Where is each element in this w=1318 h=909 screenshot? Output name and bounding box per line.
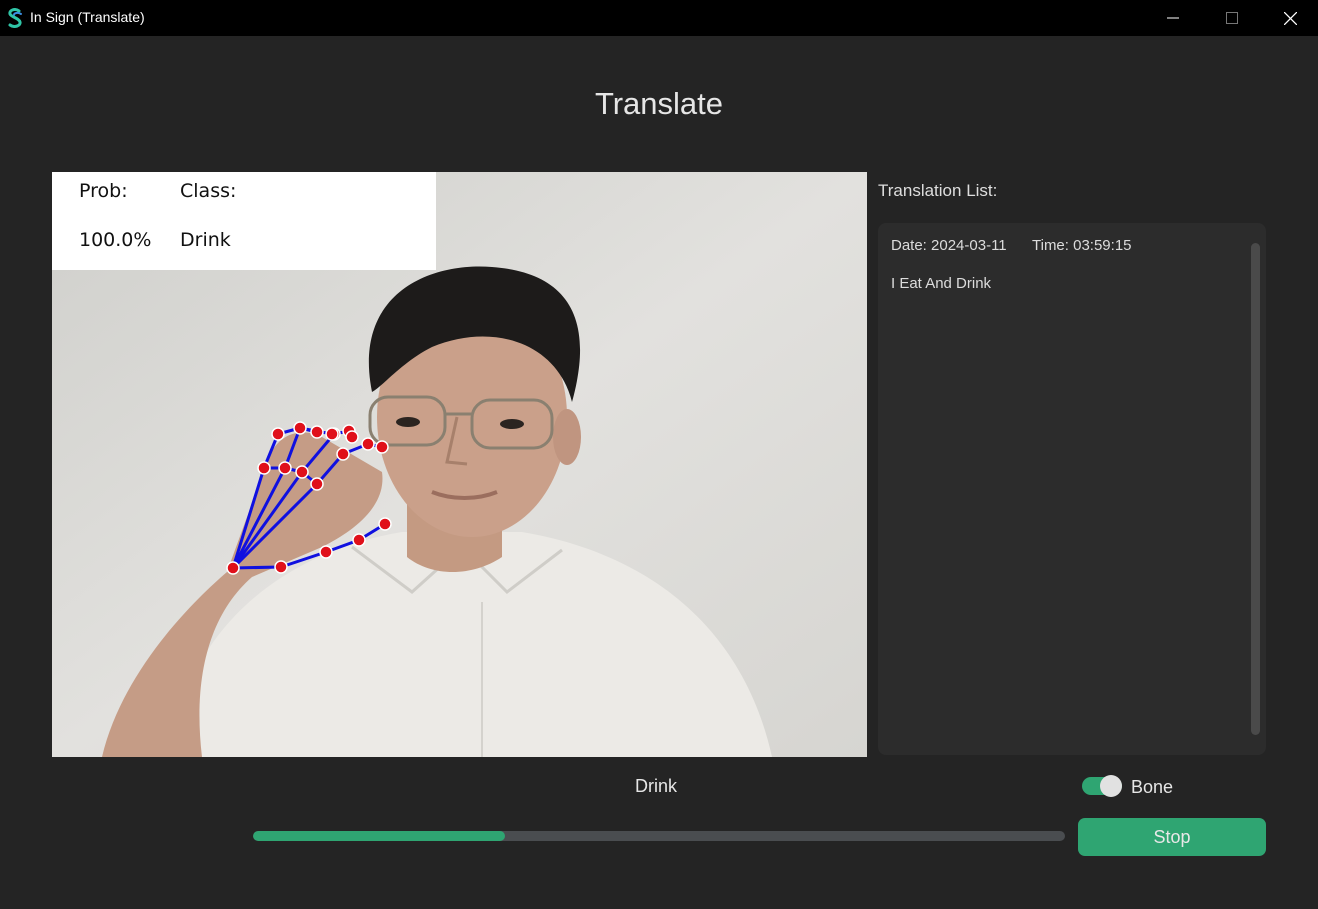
prob-value: 100.0% [79, 229, 152, 251]
toggle-knob [1100, 775, 1122, 797]
camera-feed: Prob: Class: 100.0% Drink [52, 172, 867, 757]
insign-logo-icon [8, 8, 22, 28]
bone-toggle[interactable] [1082, 775, 1122, 797]
prediction-overlay: Prob: Class: 100.0% Drink [52, 172, 436, 270]
class-value: Drink [180, 229, 231, 251]
translation-list-scrollbar[interactable] [1251, 243, 1260, 735]
window-title: In Sign (Translate) [30, 9, 145, 25]
close-icon [1283, 11, 1297, 25]
class-label: Class: [180, 180, 237, 202]
minimize-icon [1167, 17, 1179, 19]
page-title: Translate [594, 86, 724, 121]
close-button[interactable] [1261, 0, 1318, 36]
translation-list: Date: 2024-03-11 Time: 03:59:15 I Eat An… [878, 223, 1266, 755]
stop-button[interactable]: Stop [1078, 818, 1266, 856]
progress-bar [253, 831, 1065, 841]
result-word: Drink [634, 776, 677, 796]
entry-date: Date: 2024-03-11 [891, 237, 1007, 254]
entry-time: Time: 03:59:15 [1032, 237, 1132, 254]
maximize-button[interactable] [1203, 0, 1261, 36]
minimize-button[interactable] [1144, 0, 1202, 36]
maximize-icon [1226, 12, 1238, 24]
prob-label: Prob: [79, 180, 128, 202]
title-bar: In Sign (Translate) [0, 0, 1318, 36]
bone-toggle-label: Bone [1131, 777, 1174, 797]
translation-list-label: Translation List: [878, 181, 998, 200]
progress-fill [253, 831, 505, 841]
entry-text: I Eat And Drink [891, 275, 992, 292]
